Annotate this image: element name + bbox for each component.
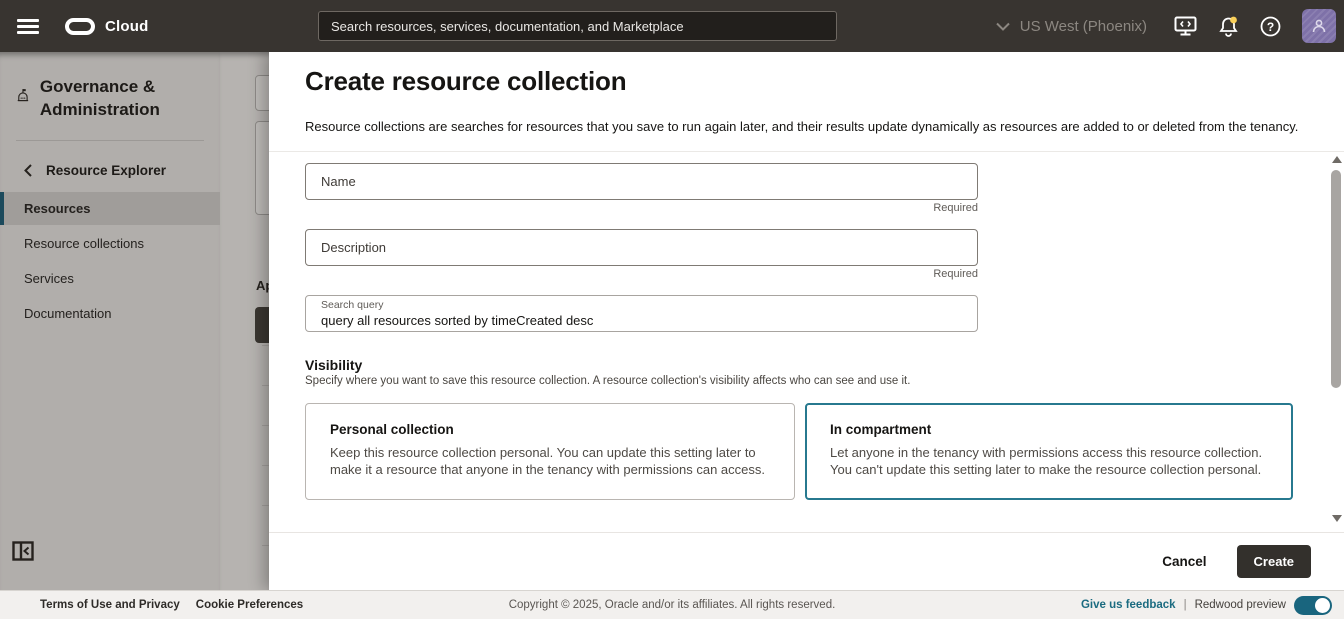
sidebar-nav: Resources Resource collections Services … xyxy=(0,192,220,330)
region-selector[interactable]: US West (Phoenix) xyxy=(996,18,1147,35)
name-input[interactable] xyxy=(305,163,978,200)
visibility-options: Personal collection Keep this resource c… xyxy=(305,403,1293,500)
hamburger-menu-icon[interactable] xyxy=(17,19,39,34)
redwood-preview-label: Redwood preview xyxy=(1195,599,1286,611)
collapse-sidebar-icon[interactable] xyxy=(12,541,34,566)
background-dark-button xyxy=(255,307,269,343)
cancel-button[interactable]: Cancel xyxy=(1162,554,1206,569)
search-query-label: Search query xyxy=(321,300,962,312)
back-chevron-icon xyxy=(24,164,32,177)
toggle-knob xyxy=(1315,598,1330,613)
scroll-up-icon[interactable] xyxy=(1332,156,1342,163)
dimmed-background-page: Ap xyxy=(220,52,269,590)
background-panel-box xyxy=(255,121,269,215)
page-footer: Copyright © 2025, Oracle and/or its affi… xyxy=(0,590,1344,619)
form-scrollbar[interactable] xyxy=(1330,154,1343,530)
panel-subtitle: Resource collections are searches for re… xyxy=(305,119,1308,134)
svg-text:?: ? xyxy=(1267,20,1274,34)
panel-form-body: Required Required Search query Visibilit… xyxy=(269,152,1344,532)
visibility-option-personal-collection[interactable]: Personal collection Keep this resource c… xyxy=(305,403,795,500)
region-label: US West (Phoenix) xyxy=(1020,18,1147,35)
background-row-divider xyxy=(262,505,269,506)
terms-link[interactable]: Terms of Use and Privacy xyxy=(40,599,180,611)
sidebar-section-header: Governance & Administration xyxy=(0,52,220,122)
search-query-input[interactable] xyxy=(321,313,962,328)
search-query-field[interactable]: Search query xyxy=(305,295,978,332)
topbar-right-cluster: US West (Phoenix) ? xyxy=(996,0,1336,52)
notification-badge xyxy=(1230,16,1237,23)
visibility-option-title: Personal collection xyxy=(330,422,770,437)
name-required-note: Required xyxy=(933,202,978,214)
sidebar-back-resource-explorer[interactable]: Resource Explorer xyxy=(0,141,220,190)
description-required-note: Required xyxy=(933,268,978,280)
sidebar-item-resource-collections[interactable]: Resource collections xyxy=(0,227,220,260)
visibility-heading: Visibility xyxy=(305,357,362,373)
sidebar-section-title: Governance & Administration xyxy=(40,76,206,122)
visibility-option-description: Let anyone in the tenancy with permissio… xyxy=(830,444,1268,478)
person-icon xyxy=(1311,18,1327,34)
footer-separator: | xyxy=(1184,599,1187,611)
global-search-input[interactable] xyxy=(318,11,837,41)
background-row-divider xyxy=(262,465,269,466)
create-resource-collection-panel: Create resource collection Resource coll… xyxy=(269,52,1344,590)
chevron-down-icon xyxy=(996,22,1010,31)
cloud-shell-icon[interactable] xyxy=(1174,16,1197,36)
visibility-option-in-compartment[interactable]: In compartment Let anyone in the tenancy… xyxy=(805,403,1293,500)
left-sidebar: Governance & Administration Resource Exp… xyxy=(0,52,220,590)
background-clipped-label: Ap xyxy=(256,278,269,293)
panel-header: Create resource collection Resource coll… xyxy=(269,52,1344,152)
notifications-bell-icon[interactable] xyxy=(1218,16,1239,37)
background-row-divider xyxy=(262,345,269,346)
sidebar-parent-label: Resource Explorer xyxy=(46,163,166,178)
sidebar-item-resources[interactable]: Resources xyxy=(0,192,220,225)
governance-icon xyxy=(16,84,30,106)
background-search-box xyxy=(255,75,269,111)
sidebar-item-services[interactable]: Services xyxy=(0,262,220,295)
sidebar-item-documentation[interactable]: Documentation xyxy=(0,297,220,330)
background-row-divider xyxy=(262,385,269,386)
background-row-divider xyxy=(262,545,269,546)
give-feedback-link[interactable]: Give us feedback xyxy=(1081,599,1176,611)
user-avatar[interactable] xyxy=(1302,9,1336,43)
background-row-divider xyxy=(262,425,269,426)
scroll-down-icon[interactable] xyxy=(1332,515,1342,522)
footer-right-cluster: Give us feedback | Redwood preview xyxy=(1081,596,1344,615)
oracle-logo-icon xyxy=(65,18,95,35)
create-button[interactable]: Create xyxy=(1237,545,1311,578)
description-input[interactable] xyxy=(305,229,978,266)
visibility-subtext: Specify where you want to save this reso… xyxy=(305,375,910,387)
redwood-preview-toggle[interactable] xyxy=(1294,596,1332,615)
topbar: Cloud US West (Phoenix) xyxy=(0,0,1344,52)
help-icon[interactable]: ? xyxy=(1260,16,1281,37)
oracle-cloud-logo[interactable]: Cloud xyxy=(65,18,149,35)
panel-action-bar: Cancel Create xyxy=(269,532,1344,590)
panel-title: Create resource collection xyxy=(305,66,1308,97)
visibility-option-title: In compartment xyxy=(830,422,1268,437)
cookie-preferences-link[interactable]: Cookie Preferences xyxy=(196,599,303,611)
visibility-option-description: Keep this resource collection personal. … xyxy=(330,444,770,478)
brand-text: Cloud xyxy=(105,18,149,35)
scrollbar-thumb[interactable] xyxy=(1331,170,1341,388)
